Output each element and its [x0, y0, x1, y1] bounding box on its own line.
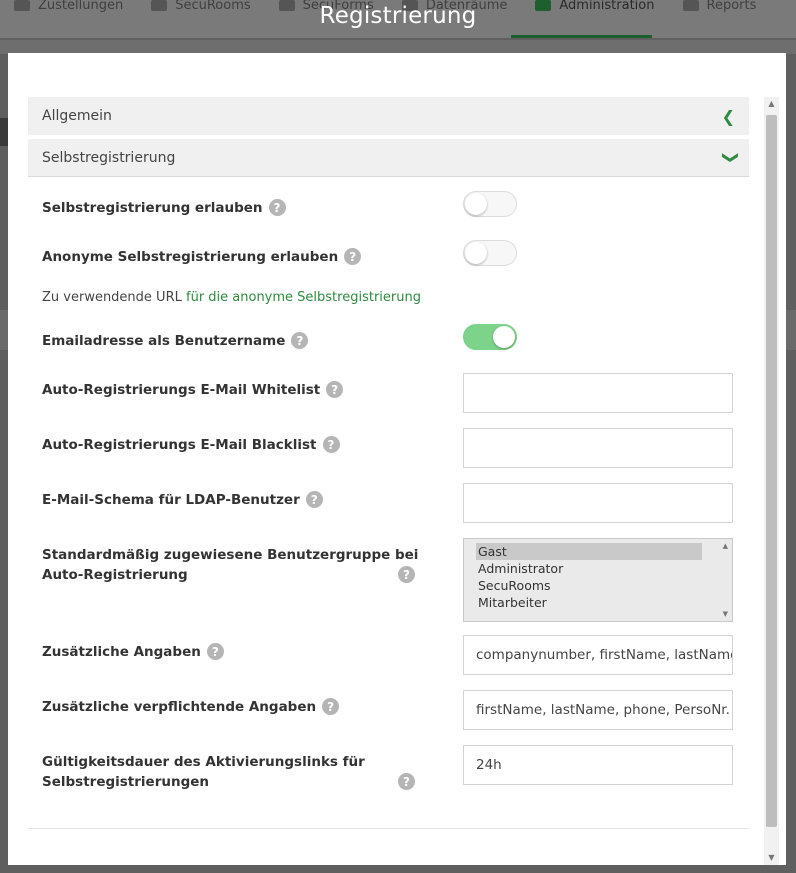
listbox-option[interactable]: Mitarbeiter — [476, 594, 702, 611]
scroll-up-icon[interactable]: ▲ — [764, 97, 779, 111]
modal-scrollbar[interactable]: ▲ ▼ — [764, 97, 779, 865]
help-icon[interactable]: ? — [268, 199, 286, 216]
row-ldap-schema: E-Mail-Schema für LDAP-Benutzer ? — [42, 491, 323, 508]
blacklist-label: Auto-Registrierungs E-Mail Blacklist — [42, 436, 317, 453]
link-validity-input[interactable]: 24h — [463, 745, 733, 785]
scroll-down-icon[interactable]: ▼ — [764, 851, 779, 865]
scroll-thumb[interactable] — [766, 115, 777, 827]
whitelist-label: Auto-Registrierungs E-Mail Whitelist — [42, 381, 321, 398]
help-icon[interactable]: ? — [398, 773, 415, 790]
row-whitelist: Auto-Registrierungs E-Mail Whitelist ? — [42, 381, 344, 398]
help-icon[interactable]: ? — [305, 491, 323, 508]
email-as-username-toggle[interactable] — [463, 324, 517, 350]
help-icon[interactable]: ? — [322, 436, 340, 453]
registration-modal: Allgemein ❮ Selbstregistrierung ❮ Selbst… — [8, 53, 786, 865]
default-group-listbox[interactable]: Gast Administrator SecuRooms Mitarbeiter… — [463, 538, 733, 622]
modal-title: Registrierung — [319, 3, 477, 29]
listbox-option[interactable]: Administrator — [476, 560, 702, 577]
help-icon[interactable]: ? — [206, 643, 224, 660]
additional-info-label: Zusätzliche Angaben — [42, 643, 201, 660]
help-icon[interactable]: ? — [322, 698, 340, 715]
url-hint-prefix: Zu verwendende URL — [42, 290, 182, 305]
whitelist-input[interactable] — [463, 373, 733, 413]
toggle-knob — [493, 326, 515, 348]
listbox-scroll-up-icon[interactable]: ▲ — [723, 542, 728, 550]
default-group-label-line2: Auto-Registrierung — [42, 567, 188, 583]
ldap-schema-label: E-Mail-Schema für LDAP-Benutzer — [42, 491, 300, 508]
listbox-option[interactable]: SecuRooms — [476, 577, 702, 594]
link-validity-label-line2: Selbstregistrierungen — [42, 774, 210, 790]
row-link-validity-label: Gültigkeitsdauer des Aktivierungslinks f… — [42, 752, 365, 792]
listbox-option[interactable]: Gast — [476, 543, 702, 560]
accordion-general[interactable]: Allgemein ❮ — [28, 97, 749, 135]
help-icon[interactable]: ? — [291, 332, 309, 349]
allow-anonymous-self-registration-label: Anonyme Selbstregistrierung erlauben — [42, 248, 339, 265]
accordion-general-label: Allgemein — [42, 108, 112, 124]
blacklist-input[interactable] — [463, 428, 733, 468]
row-default-group-label: Standardmäßig zugewiesene Benutzergruppe… — [42, 545, 418, 585]
additional-required-label: Zusätzliche verpflichtende Angaben — [42, 698, 317, 715]
additional-required-input[interactable]: firstName, lastName, phone, PersoNr. — [463, 690, 733, 730]
toggle-knob — [465, 193, 487, 215]
help-icon[interactable]: ? — [326, 381, 344, 398]
help-icon[interactable]: ? — [398, 566, 415, 583]
background-stripe — [0, 40, 796, 54]
active-nav-underline — [511, 35, 652, 38]
allow-self-registration-toggle[interactable] — [463, 191, 517, 217]
listbox-scroll-down-icon[interactable]: ▼ — [723, 610, 728, 618]
chevron-down-icon: ❮ — [718, 150, 738, 165]
row-email-as-username: Emailadresse als Benutzername ? — [42, 332, 309, 349]
modal-content: Allgemein ❮ Selbstregistrierung ❮ — [28, 97, 749, 177]
additional-info-input[interactable]: companynumber, firstName, lastName, — [463, 635, 733, 675]
row-additional-info: Zusätzliche Angaben ? — [42, 643, 224, 660]
allow-self-registration-label: Selbstregistrierung erlauben — [42, 199, 263, 216]
accordion-self-registration[interactable]: Selbstregistrierung ❮ — [28, 139, 749, 177]
anonymous-self-registration-link[interactable]: für die anonyme Selbstregistrierung — [186, 290, 421, 305]
ldap-schema-input[interactable] — [463, 483, 733, 523]
toggle-knob — [465, 242, 487, 264]
row-additional-required: Zusätzliche verpflichtende Angaben ? — [42, 698, 340, 715]
allow-anonymous-self-registration-toggle[interactable] — [463, 240, 517, 266]
email-as-username-label: Emailadresse als Benutzername — [42, 332, 286, 349]
accordion-self-registration-label: Selbstregistrierung — [42, 149, 176, 166]
default-group-label-line1: Standardmäßig zugewiesene Benutzergruppe… — [42, 547, 419, 563]
chevron-left-icon: ❮ — [721, 106, 735, 126]
anonymous-url-hint: Zu verwendende URL für die anonyme Selbs… — [42, 290, 421, 305]
section-divider — [28, 828, 749, 829]
help-icon[interactable]: ? — [344, 248, 362, 265]
link-validity-label-line1: Gültigkeitsdauer des Aktivierungslinks f… — [42, 754, 365, 770]
row-blacklist: Auto-Registrierungs E-Mail Blacklist ? — [42, 436, 340, 453]
